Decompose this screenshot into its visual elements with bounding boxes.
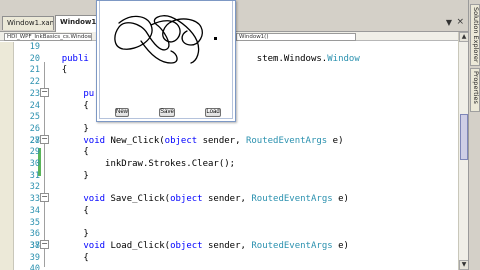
code-line: 23 pu [29,88,95,99]
right-dock: Solution Explorer Properties [468,0,480,270]
save-button[interactable]: Save [159,108,175,117]
class-combo[interactable]: HDI_WPF_InkBasics_cs.Window [4,33,92,41]
load-button[interactable]: Load [205,108,221,117]
code-line: 28 void New_Click(object sender, RoutedE… [29,135,344,146]
member-combo[interactable]: Window1() [236,33,356,41]
code-line: 35 [29,217,40,228]
ink-dot [214,37,217,40]
code-line: 29 { [29,147,89,158]
code-line: 24 { [29,100,89,111]
code-line: 31 } [29,170,89,181]
ink-canvas[interactable] [101,1,231,103]
document-tab-strip: Window1.xaml Window1.xa ▼ × [0,0,480,32]
code-line: 33 void Save_Click(object sender, Routed… [29,194,349,205]
code-line: 26 } [29,123,89,134]
code-line: 36 } [29,229,89,240]
code-line: 34 { [29,205,89,216]
code-line: 19 [29,42,40,52]
code-line: 30 inkDraw.Strokes.Clear(); [29,159,236,169]
tab-window1-xaml-cs[interactable]: Window1.xa [55,15,99,32]
code-line: 22 [29,77,40,88]
scroll-thumb[interactable] [460,114,468,160]
indicator-margin [0,42,14,270]
new-button[interactable]: New [115,108,129,117]
code-line: 38 void Load_Click(object sender, Routed… [29,240,349,251]
close-tab-icon[interactable]: × [456,17,464,27]
dock-tab-properties[interactable]: Properties [470,68,480,112]
code-line: 32 [29,182,40,193]
vertical-scrollbar[interactable]: ▲ ▼ [458,32,469,270]
tab-list-dropdown-icon[interactable]: ▼ [446,18,452,27]
code-line: 40 [29,264,40,270]
ink-app-window: New Save Load [96,0,236,122]
code-line: 21 { [29,65,68,76]
code-line: 39 { [29,252,89,263]
dock-tab-solution-explorer[interactable]: Solution Explorer [470,4,480,66]
code-line: 25 [29,112,40,123]
tab-window1-xaml[interactable]: Window1.xaml [2,16,54,30]
